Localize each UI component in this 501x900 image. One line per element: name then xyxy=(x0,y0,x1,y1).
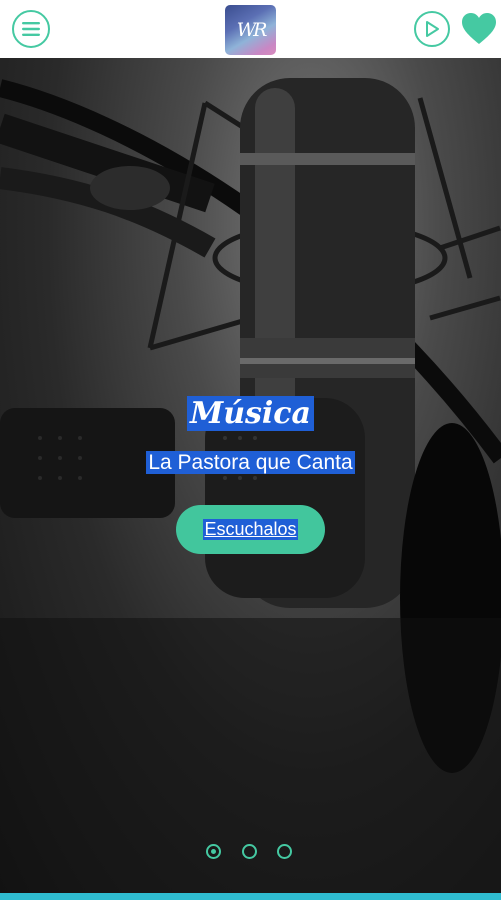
play-icon xyxy=(426,21,439,37)
hero-title: Música xyxy=(0,394,501,434)
carousel-dot-1[interactable] xyxy=(206,844,221,859)
top-navigation-bar: WR xyxy=(0,0,501,58)
hero-subtitle-text: La Pastora que Canta xyxy=(146,451,355,474)
play-button[interactable] xyxy=(414,11,450,47)
logo-text: WR xyxy=(236,19,268,41)
listen-button[interactable]: Escuchalos xyxy=(176,505,325,554)
menu-button[interactable] xyxy=(12,10,50,48)
heart-icon xyxy=(462,13,496,44)
carousel-dot-3[interactable] xyxy=(277,844,292,859)
hamburger-menu-icon xyxy=(22,22,40,36)
app-logo[interactable]: WR xyxy=(225,5,276,55)
hero-banner: Música La Pastora que Canta Escuchalos xyxy=(0,58,501,893)
listen-button-label: Escuchalos xyxy=(203,519,298,540)
favorite-button[interactable] xyxy=(461,12,497,46)
hero-title-text: Música xyxy=(186,396,314,431)
bottom-accent-bar xyxy=(0,893,501,900)
hero-subtitle: La Pastora que Canta xyxy=(0,450,501,476)
carousel-dot-2[interactable] xyxy=(242,844,257,859)
